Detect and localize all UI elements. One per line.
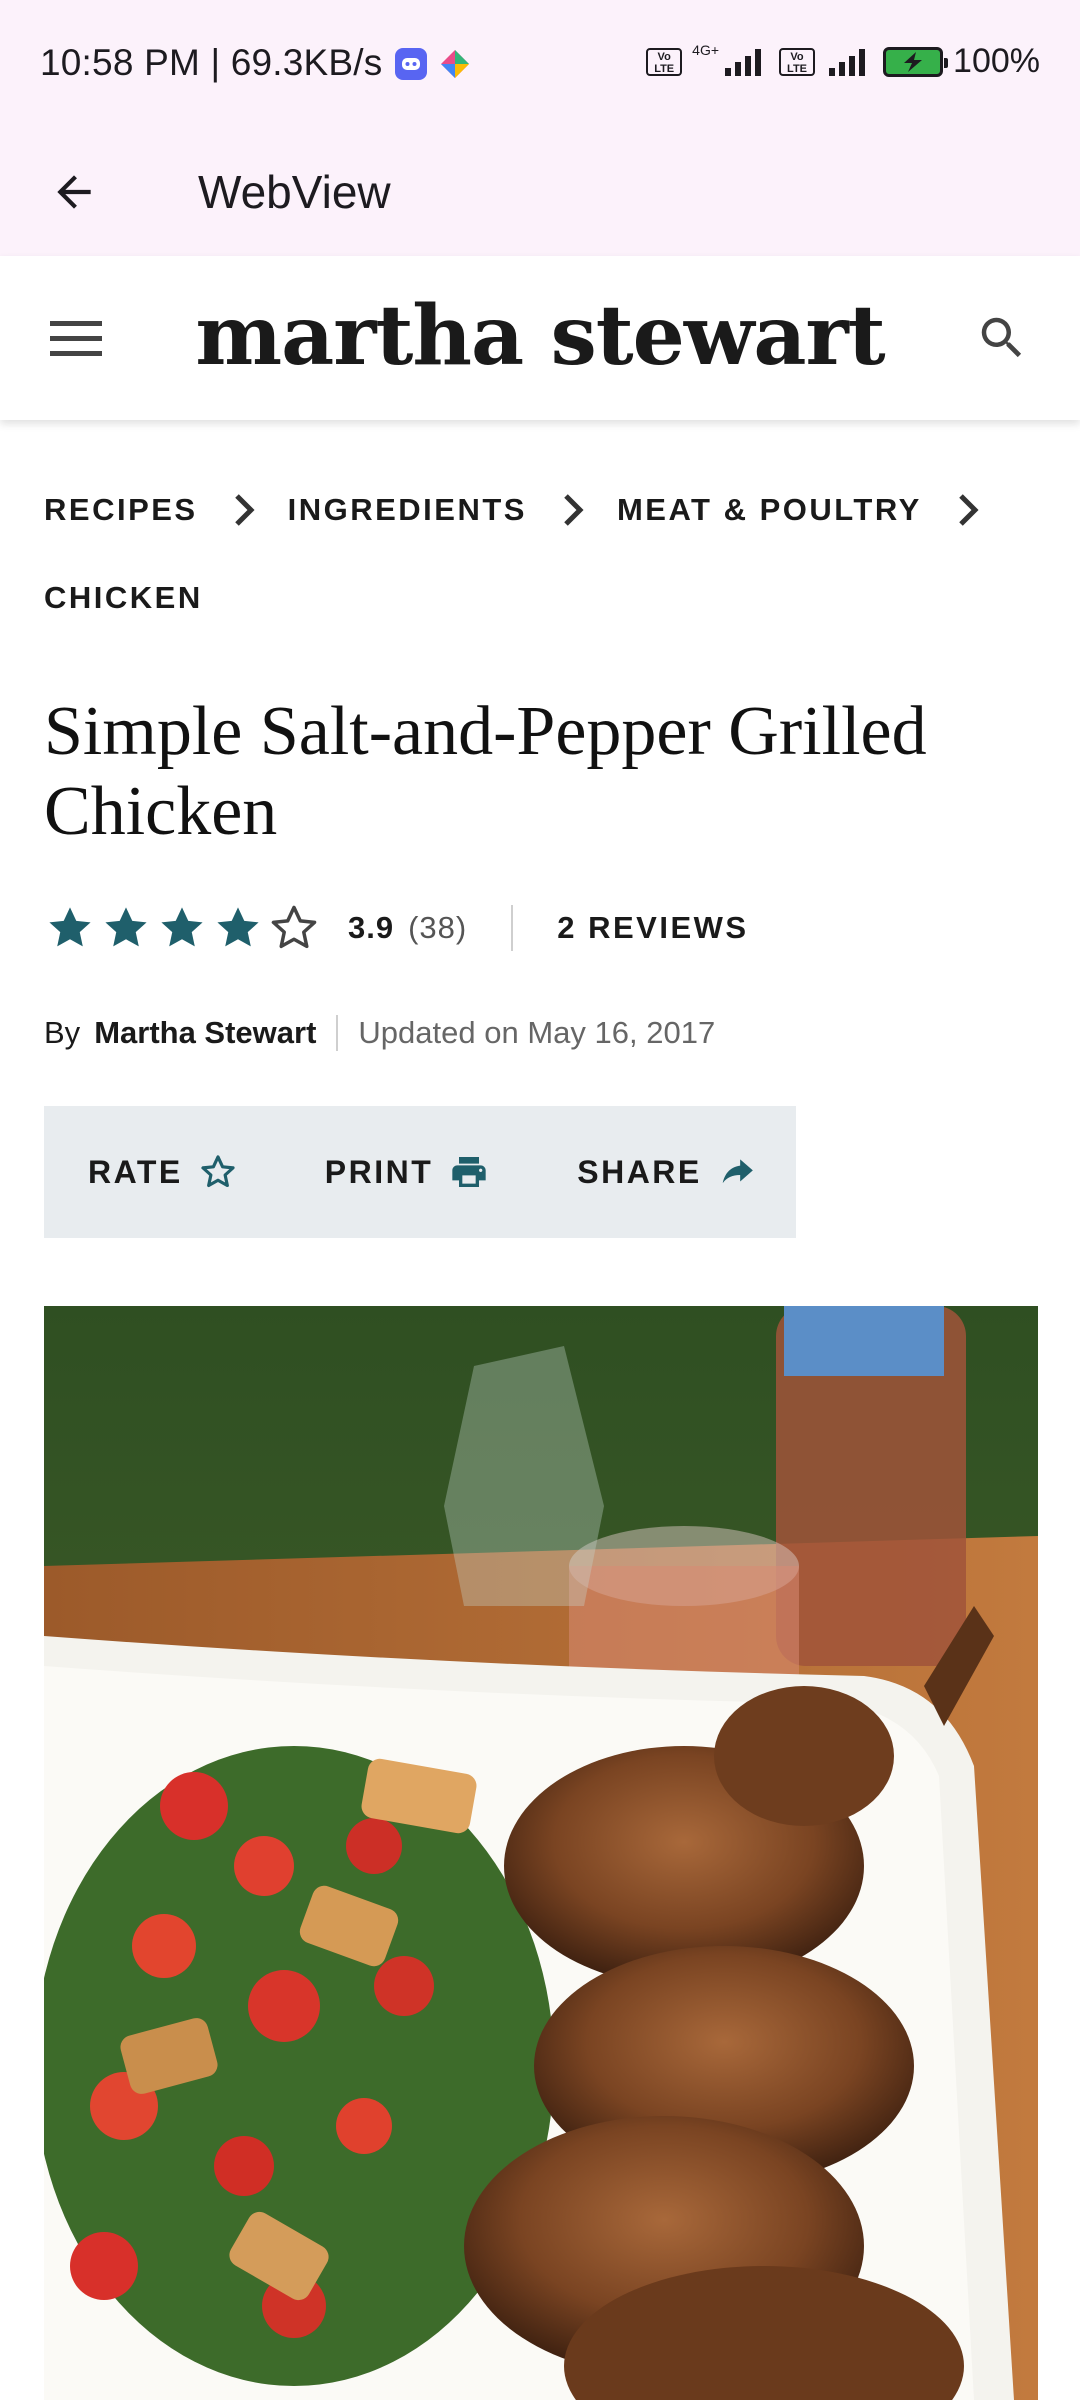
star-filled-icon (156, 902, 208, 954)
rating-row: 3.9 (38) 2 REVIEWS (44, 898, 749, 958)
rate-label: RATE (88, 1153, 183, 1190)
rate-button[interactable]: RATE (44, 1106, 281, 1238)
share-button[interactable]: SHARE (533, 1106, 800, 1238)
share-label: SHARE (577, 1153, 702, 1190)
rating-divider (511, 905, 514, 951)
chevron-right-icon (222, 486, 266, 534)
print-button[interactable]: PRINT (281, 1106, 534, 1238)
site-header: martha stewart (0, 256, 1080, 420)
recipe-hero-image[interactable] (44, 1306, 1038, 2400)
star-outline-icon (268, 902, 320, 954)
breadcrumb-link[interactable]: RECIPES (44, 492, 198, 528)
app-bar-title: WebView (198, 166, 391, 218)
breadcrumb-item-ingredients: INGREDIENTS (288, 486, 617, 534)
breadcrumb-item-recipes: RECIPES (44, 486, 288, 534)
recipe-title: Simple Salt-and-Pepper Grilled Chicken (44, 693, 927, 850)
battery-charging-icon (883, 46, 949, 77)
share-arrow-icon (718, 1153, 756, 1191)
search-button[interactable] (966, 302, 1038, 374)
star-filled-icon (44, 902, 96, 954)
app-bar: WebView (0, 126, 1080, 256)
breadcrumb: RECIPES INGREDIENTS MEAT & POULTRY CHICK… (44, 486, 1044, 622)
updated-date: Updated on May 16, 2017 (358, 1015, 716, 1050)
status-left: 10:58 PM | 69.3KB/s (40, 42, 471, 84)
volte-icon-2: Vo LTE (779, 47, 816, 76)
print-label: PRINT (324, 1153, 434, 1190)
site-logo[interactable]: martha stewart (0, 276, 1080, 396)
breadcrumb-item-meat-poultry: MEAT & POULTRY (617, 486, 1012, 534)
discord-notification-icon (394, 47, 427, 80)
byline-divider (336, 1015, 339, 1051)
star-filled-icon (212, 902, 264, 954)
byline: By Martha Stewart Updated on May 16, 201… (44, 1010, 715, 1056)
breadcrumb-link[interactable]: INGREDIENTS (288, 492, 527, 528)
battery-percent: 100% (953, 42, 1040, 80)
rating-count: (38) (408, 910, 468, 945)
back-button[interactable] (38, 156, 110, 228)
volte-icon: Vo LTE (646, 47, 683, 76)
colorful-app-notification-icon (439, 47, 471, 79)
network-type-label: 4G+ (692, 41, 720, 58)
grilled-chicken-photo (44, 1306, 1038, 2400)
author-link[interactable]: Martha Stewart (94, 1015, 316, 1051)
chevron-right-icon (551, 486, 595, 534)
chevron-right-icon (946, 486, 990, 534)
star-filled-icon (100, 902, 152, 954)
search-icon (981, 317, 1022, 358)
action-bar: RATE PRINT SHARE (44, 1106, 796, 1238)
star-outline-icon (199, 1153, 237, 1191)
signal-strength-icon-2 (829, 48, 866, 76)
status-time-speed: 10:58 PM | 69.3KB/s (40, 42, 383, 83)
status-right: Vo LTE 4G+ Vo LTE 100% (646, 42, 1040, 81)
printer-icon (449, 1152, 489, 1192)
breadcrumb-link[interactable]: MEAT & POULTRY (617, 492, 922, 528)
star-rating[interactable] (44, 902, 320, 954)
breadcrumb-item-chicken: CHICKEN (44, 574, 203, 622)
rating-value: 3.9 (348, 910, 395, 945)
status-bar: 10:58 PM | 69.3KB/s Vo LTE 4G+ Vo LTE 10… (0, 0, 1080, 126)
byline-by: By (44, 1015, 81, 1050)
reviews-link[interactable]: 2 REVIEWS (557, 910, 748, 946)
breadcrumb-link[interactable]: CHICKEN (44, 580, 203, 616)
signal-strength-icon (725, 48, 762, 76)
arrow-left-icon (57, 175, 91, 209)
